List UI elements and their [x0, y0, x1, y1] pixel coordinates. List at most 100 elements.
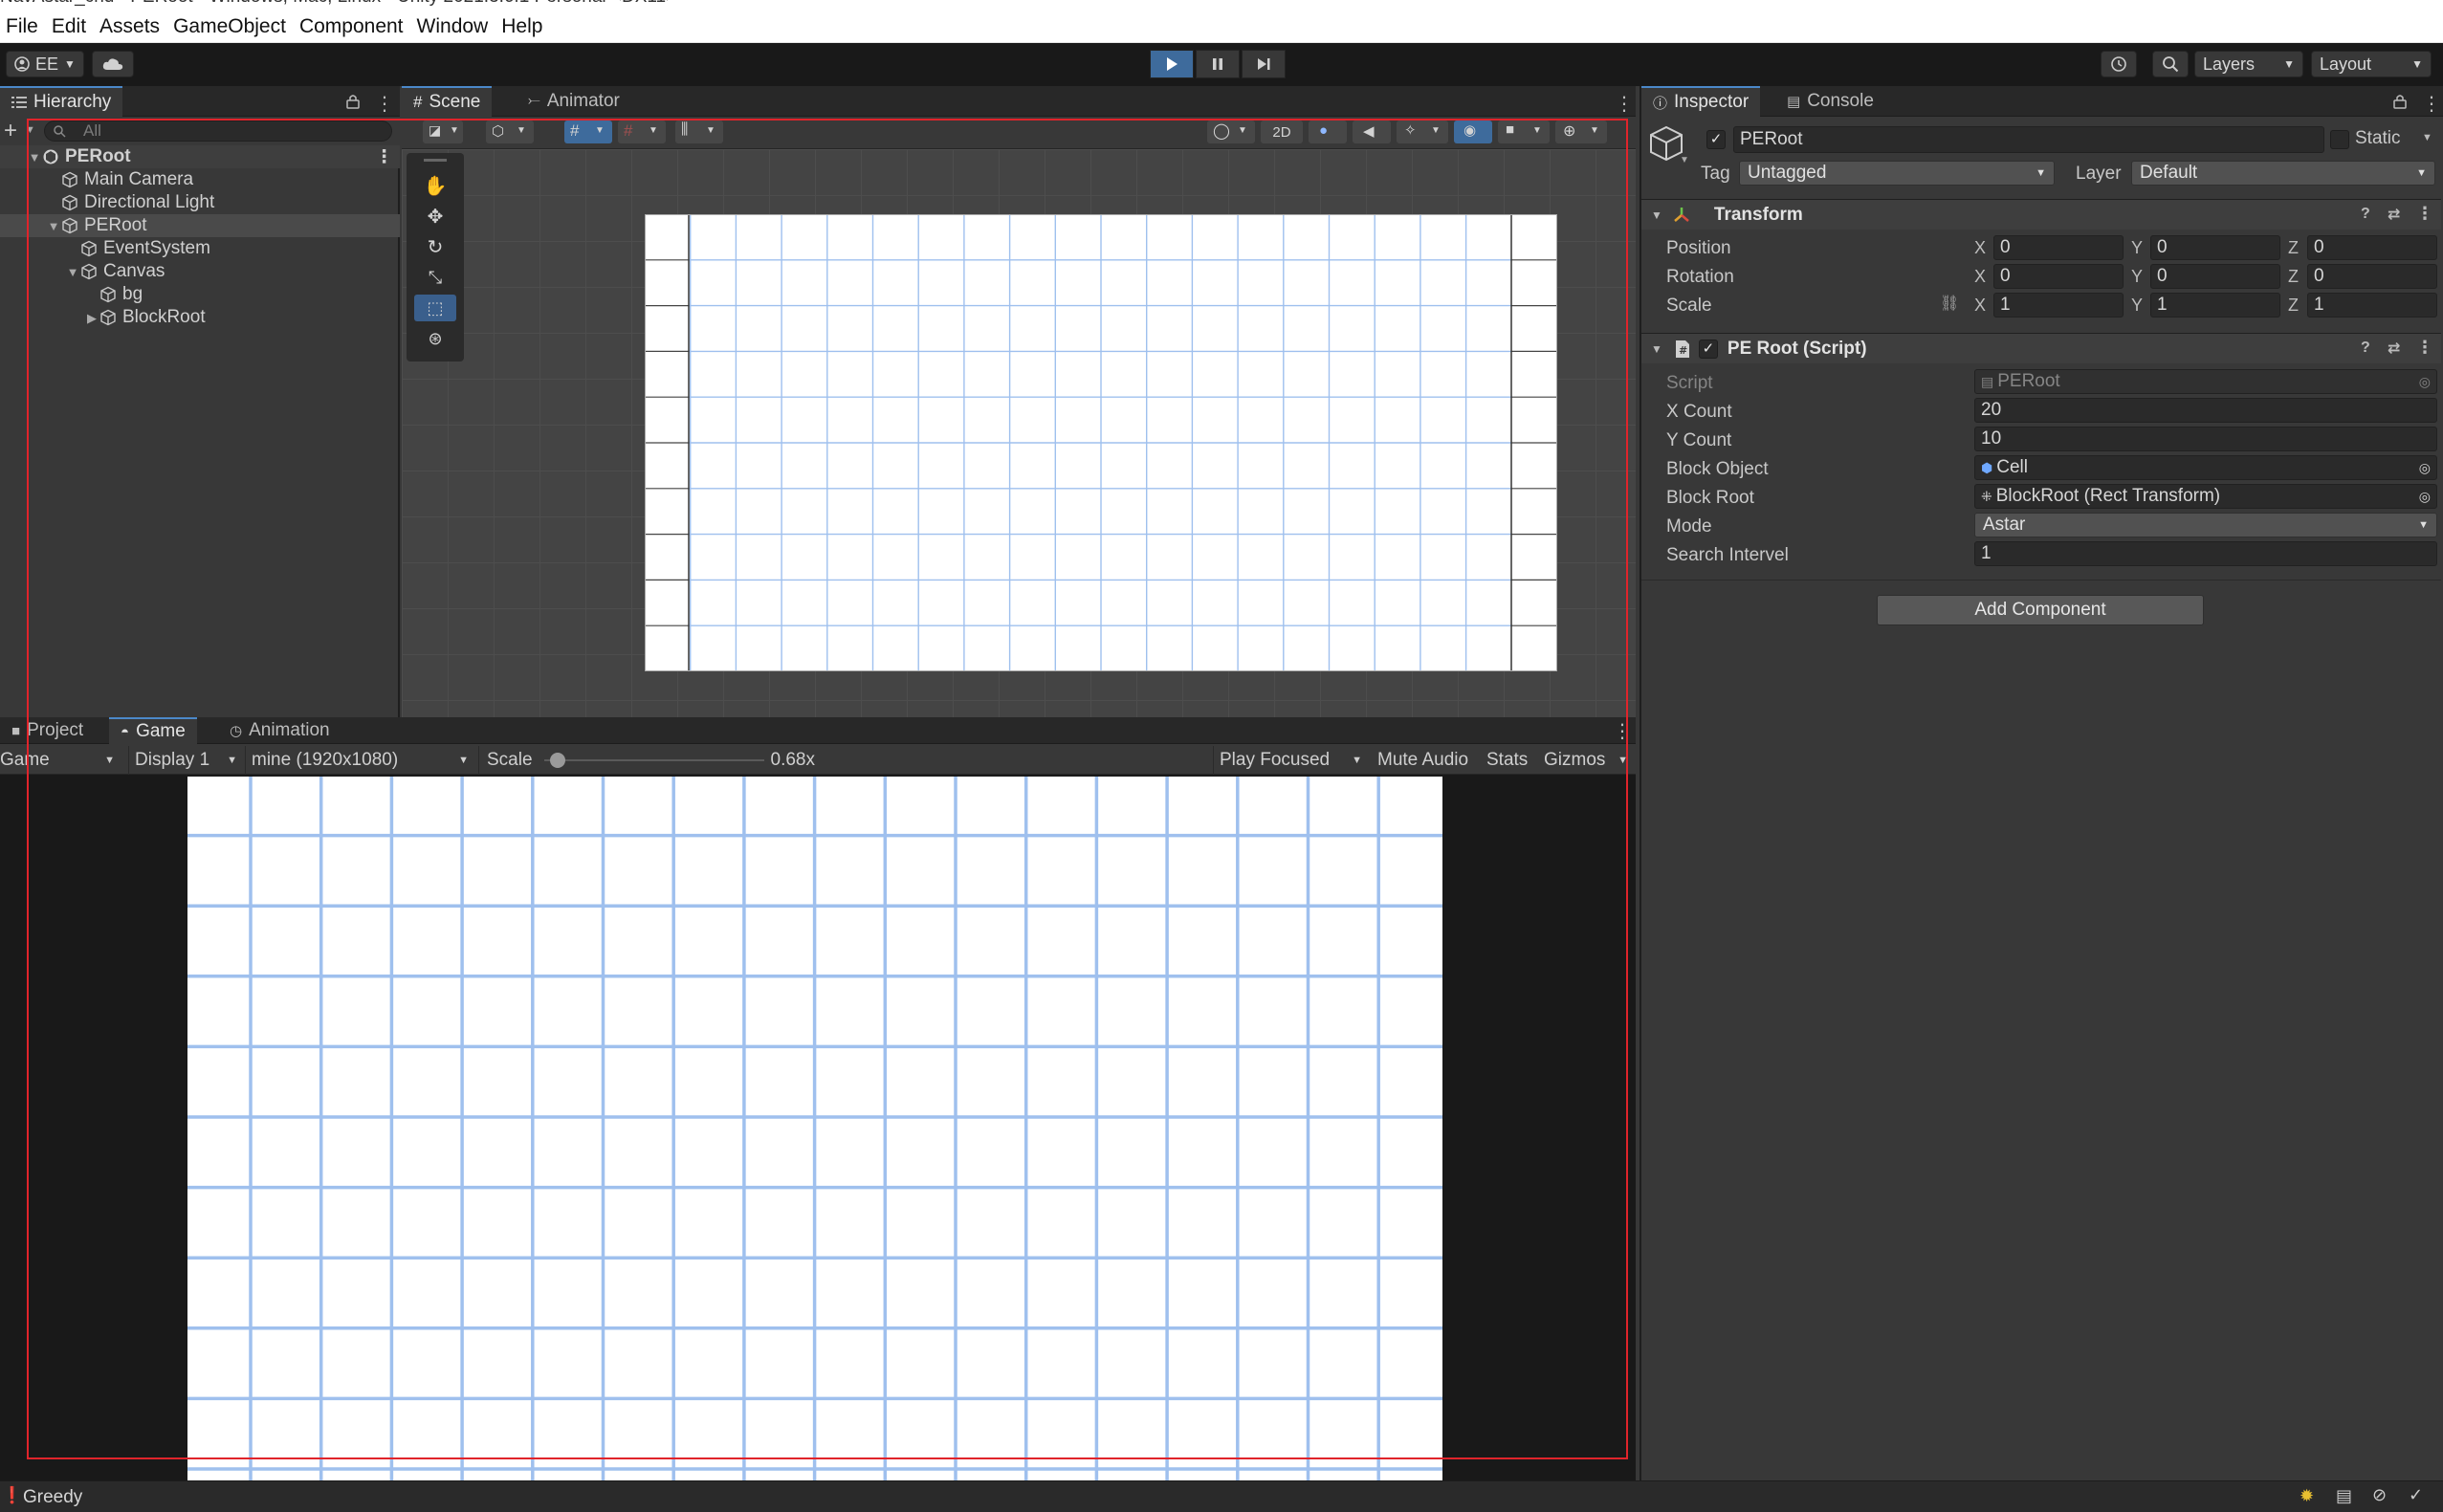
camera-dropdown[interactable]: ■ ▼: [1498, 121, 1550, 143]
status-message[interactable]: Greedy: [23, 1487, 82, 1508]
help-icon[interactable]: ?: [2361, 340, 2370, 357]
active-checkbox[interactable]: ✓: [1706, 130, 1726, 149]
hierarchy-search-input[interactable]: All: [44, 121, 392, 142]
preset-icon[interactable]: ⇄: [2388, 205, 2400, 224]
server-icon[interactable]: ▤: [2336, 1486, 2352, 1506]
add-icon[interactable]: +: [4, 118, 17, 144]
x-count-field[interactable]: 20: [1974, 398, 2437, 423]
draw-mode-dropdown[interactable]: ◪ ▼: [423, 121, 463, 143]
grid-snap-toggle[interactable]: # ▼: [564, 121, 612, 143]
game-grid-board[interactable]: [187, 777, 1442, 1480]
more-options-icon[interactable]: ⋮: [375, 146, 393, 168]
static-checkbox[interactable]: [2330, 130, 2349, 149]
menu-edit[interactable]: Edit: [48, 8, 94, 38]
chevron-down-icon[interactable]: ▼: [25, 124, 35, 136]
hand-tool[interactable]: ✋: [414, 172, 456, 199]
scale-y-field[interactable]: 1: [2150, 293, 2280, 318]
step-button[interactable]: [1242, 50, 1286, 78]
tab-scene[interactable]: # Scene: [402, 86, 493, 117]
move-tool[interactable]: ✥: [414, 203, 456, 230]
history-button[interactable]: [2101, 51, 2137, 77]
menu-assets[interactable]: Assets: [96, 8, 167, 38]
mute-audio-button[interactable]: Mute Audio: [1374, 746, 1472, 775]
check-circle-icon[interactable]: ✓: [2409, 1485, 2423, 1505]
search-button[interactable]: [2152, 51, 2189, 77]
hierarchy-item[interactable]: EventSystem: [0, 237, 400, 260]
rotation-y-field[interactable]: 0: [2150, 264, 2280, 289]
play-focused-dropdown[interactable]: Play Focused ▼: [1213, 746, 1368, 775]
rotate-tool[interactable]: ↻: [414, 233, 456, 260]
tab-console[interactable]: ▤ Console: [1775, 86, 1885, 117]
more-options-icon[interactable]: ⋮: [2422, 92, 2441, 116]
constrain-proportions-icon[interactable]: ⛓: [1940, 294, 1959, 313]
gizmos-dropdown[interactable]: ⊕ ▼: [1555, 121, 1607, 143]
account-dropdown[interactable]: EE ▼: [6, 51, 84, 77]
align-dropdown[interactable]: ⫼ ▼: [675, 121, 723, 143]
increment-snap-toggle[interactable]: # ▼: [618, 121, 666, 143]
lighting-toggle[interactable]: ●: [1309, 121, 1347, 143]
search-interval-field[interactable]: 1: [1974, 541, 2437, 566]
rotation-x-field[interactable]: 0: [1993, 264, 2124, 289]
hierarchy-item[interactable]: ▶ BlockRoot: [0, 306, 400, 329]
block-object-field[interactable]: ⬢ Cell ◎: [1974, 455, 2437, 480]
hierarchy-item[interactable]: Directional Light: [0, 191, 400, 214]
visibility-toggle[interactable]: ◉: [1454, 121, 1492, 143]
more-options-icon[interactable]: ⋮: [2416, 204, 2433, 224]
add-component-button[interactable]: Add Component: [1877, 595, 2204, 625]
menu-window[interactable]: Window: [413, 8, 496, 38]
more-options-icon[interactable]: ⋮: [375, 92, 394, 116]
menu-help[interactable]: Help: [497, 8, 550, 38]
play-button[interactable]: [1150, 50, 1194, 78]
scale-z-field[interactable]: 1: [2307, 293, 2437, 318]
scale-slider-thumb[interactable]: [549, 753, 565, 768]
expand-arrow-icon[interactable]: ▼: [27, 150, 42, 164]
bug-icon[interactable]: ✹: [2300, 1486, 2314, 1506]
menu-gameobject[interactable]: GameObject: [169, 8, 294, 38]
more-options-icon[interactable]: ⋮: [2416, 338, 2433, 358]
lock-icon[interactable]: [2393, 94, 2407, 109]
tab-project[interactable]: ■ Project: [0, 717, 95, 744]
expand-arrow-icon[interactable]: ▼: [65, 265, 80, 279]
effects-dropdown[interactable]: ✧ ▼: [1397, 121, 1448, 143]
scale-tool[interactable]: ⤡: [414, 264, 456, 291]
layers-dropdown[interactable]: Layers ▼: [2194, 51, 2303, 77]
network-off-icon[interactable]: ⊘: [2372, 1485, 2387, 1505]
more-options-icon[interactable]: ⋮: [1615, 92, 1634, 116]
render-mode-dropdown[interactable]: ⬡ ▼: [486, 121, 534, 143]
menu-file[interactable]: File: [2, 8, 46, 38]
game-view-dropdown[interactable]: Game ▼: [0, 746, 121, 775]
hierarchy-item[interactable]: bg: [0, 283, 400, 306]
hierarchy-item[interactable]: Main Camera: [0, 168, 400, 191]
hierarchy-item[interactable]: ▼ PERoot: [0, 214, 400, 237]
chevron-down-icon[interactable]: ▼: [1680, 155, 1689, 165]
object-name-field[interactable]: PERoot: [1733, 126, 2324, 153]
tab-hierarchy[interactable]: Hierarchy: [0, 86, 123, 117]
stats-button[interactable]: Stats: [1483, 746, 1531, 775]
help-icon[interactable]: ?: [2361, 206, 2370, 223]
tab-animator[interactable]: ⤚ Animator: [517, 86, 631, 117]
camera-orientation-dropdown[interactable]: ◯ ▼: [1207, 121, 1255, 143]
block-root-field[interactable]: ⁜ BlockRoot (Rect Transform) ◎: [1974, 484, 2437, 509]
cloud-button[interactable]: [92, 51, 134, 77]
scale-x-field[interactable]: 1: [1993, 293, 2124, 318]
hierarchy-item[interactable]: ▼ Canvas: [0, 260, 400, 283]
object-picker-icon[interactable]: ◎: [2419, 460, 2431, 476]
lock-icon[interactable]: [346, 94, 360, 109]
drag-handle[interactable]: [424, 159, 447, 162]
preset-icon[interactable]: ⇄: [2388, 339, 2400, 358]
rect-tool[interactable]: ⬚: [414, 295, 456, 321]
layer-dropdown[interactable]: Default ▼: [2131, 161, 2435, 186]
position-z-field[interactable]: 0: [2307, 235, 2437, 260]
pause-button[interactable]: [1196, 50, 1240, 78]
y-count-field[interactable]: 10: [1974, 427, 2437, 451]
transform-tool[interactable]: ⊛: [414, 325, 456, 352]
collapse-arrow-icon[interactable]: ▶: [84, 311, 99, 326]
more-options-icon[interactable]: ⋮: [1613, 719, 1632, 743]
2d-toggle[interactable]: 2D: [1261, 121, 1303, 143]
layout-dropdown[interactable]: Layout ▼: [2311, 51, 2432, 77]
expand-arrow-icon[interactable]: ▼: [46, 219, 61, 233]
tag-dropdown[interactable]: Untagged ▼: [1739, 161, 2055, 186]
script-enabled-checkbox[interactable]: ✓: [1698, 339, 1718, 359]
scale-slider[interactable]: [543, 753, 764, 768]
gizmos-dropdown-game[interactable]: Gizmos ▼: [1540, 746, 1632, 775]
